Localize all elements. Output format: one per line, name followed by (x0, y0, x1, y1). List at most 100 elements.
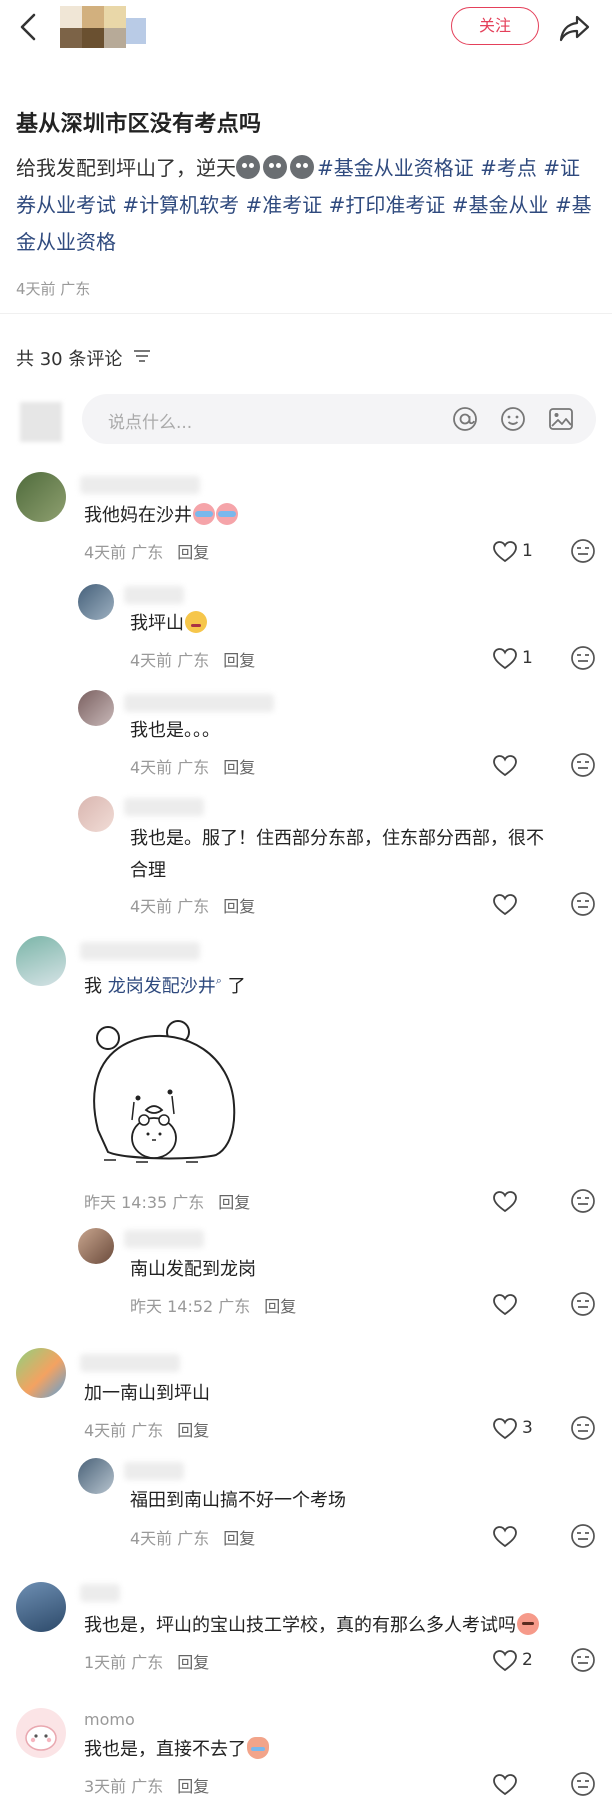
like-button[interactable]: 3 (492, 1415, 552, 1443)
commenter-name[interactable] (80, 942, 200, 960)
sort-icon[interactable] (133, 348, 151, 364)
reply-button[interactable]: 回复 (177, 543, 209, 562)
emoji-reaction-button[interactable] (570, 1523, 596, 1549)
like-button[interactable] (492, 891, 552, 919)
reply-button[interactable]: 回复 (177, 1653, 209, 1672)
share-icon (559, 15, 590, 42)
hashtag[interactable]: #基金从业 (452, 193, 549, 217)
comment-time: 昨天 14:35 广东 (84, 1193, 205, 1212)
bear-sticker-image[interactable] (86, 1010, 246, 1175)
hashtag[interactable]: #打印准考证 (329, 193, 446, 217)
reply-button[interactable]: 回复 (177, 1777, 209, 1796)
comment-meta: 4天前 广东 回复 (84, 539, 209, 563)
like-count: 2 (522, 1650, 533, 1670)
commenter-avatar[interactable] (16, 936, 66, 986)
reaction-icon (571, 1292, 595, 1316)
commenter-avatar[interactable] (16, 1582, 66, 1632)
like-button[interactable]: 1 (492, 538, 552, 566)
reply-avatar[interactable] (78, 796, 114, 832)
emoji-icon[interactable] (500, 406, 526, 432)
commenter-name[interactable] (80, 476, 200, 494)
reaction-icon (571, 1524, 595, 1548)
comment-text-content: 我他妈在沙井 (84, 505, 192, 526)
follow-button[interactable]: 关注 (451, 7, 539, 45)
hashtag[interactable]: #计算机软考 (122, 193, 239, 217)
share-button[interactable] (557, 10, 593, 46)
emoji-reaction-button[interactable] (570, 538, 596, 564)
hashtag[interactable]: #考点 (480, 156, 537, 180)
comment-text: 我也是，直接不去了 (84, 1734, 269, 1766)
commenter-avatar[interactable] (16, 472, 66, 522)
reply-avatar[interactable] (78, 690, 114, 726)
reply-button[interactable]: 回复 (223, 651, 255, 670)
reply-text: 我也是。服了！住西部分东部，住东部分西部，很不 合理 (130, 823, 544, 887)
image-icon[interactable] (548, 406, 574, 432)
emoji-reaction-button[interactable] (570, 752, 596, 778)
reply-meta: 4天前 广东 回复 (130, 1525, 255, 1549)
comment-meta: 3天前 广东 回复 (84, 1773, 209, 1797)
comment-time: 3天前 广东 (84, 1777, 164, 1796)
emoji-reaction-button[interactable] (570, 1771, 596, 1797)
like-button[interactable] (492, 1771, 552, 1799)
commenter-name[interactable]: momo (84, 1710, 135, 1729)
replier-name[interactable] (124, 1462, 184, 1480)
emoji-reaction-button[interactable] (570, 1291, 596, 1317)
replier-name[interactable] (124, 694, 274, 712)
like-count: 1 (522, 648, 533, 668)
heart-icon (493, 894, 517, 916)
emoji-reaction-button[interactable] (570, 645, 596, 671)
heart-icon (493, 1191, 517, 1213)
heart-icon (493, 1418, 517, 1440)
commenter-name[interactable] (80, 1584, 120, 1602)
reply-button[interactable]: 回复 (223, 758, 255, 777)
note-title: 基从深圳市区没有考点吗 (16, 112, 262, 137)
hashtag[interactable]: #基金从业资格证 (317, 156, 474, 180)
reply-button[interactable]: 回复 (264, 1297, 296, 1316)
reaction-icon (571, 892, 595, 916)
comment-text: 我 龙岗发配沙井⌕ 了 (84, 965, 246, 1003)
heart-icon (493, 1294, 517, 1316)
reply-avatar[interactable] (78, 1228, 114, 1264)
reply-avatar[interactable] (78, 584, 114, 620)
like-button[interactable] (492, 752, 552, 780)
reaction-icon (571, 539, 595, 563)
comment-text: 我也是，坪山的宝山技工学校，真的有那么多人考试吗 (84, 1610, 539, 1642)
heart-icon (493, 1526, 517, 1548)
comment-text-content: 了 (221, 976, 246, 997)
smiling-emoji-icon (185, 611, 207, 633)
search-link[interactable]: 龙岗发配沙井 (108, 976, 216, 997)
hashtag[interactable]: #准考证 (245, 193, 322, 217)
emoji-reaction-button[interactable] (570, 1647, 596, 1673)
comment-time: 4天前 广东 (130, 651, 210, 670)
back-button[interactable] (14, 10, 44, 44)
commenter-avatar[interactable] (16, 1708, 66, 1758)
replier-name[interactable] (124, 1230, 204, 1248)
emoji-reaction-button[interactable] (570, 891, 596, 917)
like-count: 1 (522, 541, 533, 561)
heart-icon (493, 1650, 517, 1672)
commenter-avatar[interactable] (16, 1348, 66, 1398)
replier-name[interactable] (124, 798, 204, 816)
reply-avatar[interactable] (78, 1458, 114, 1494)
like-button[interactable]: 2 (492, 1647, 552, 1675)
like-button[interactable]: 1 (492, 645, 552, 673)
emoji-reaction-button[interactable] (570, 1415, 596, 1441)
author-avatar[interactable] (60, 6, 150, 48)
like-button[interactable] (492, 1523, 552, 1551)
comment-input-placeholder: 说点什么... (108, 413, 193, 433)
emoji-reaction-button[interactable] (570, 1188, 596, 1214)
replier-name[interactable] (124, 586, 184, 604)
commenter-name[interactable] (80, 1354, 180, 1372)
reaction-icon (571, 1648, 595, 1672)
at-mention-icon[interactable] (452, 406, 478, 432)
top-bar: 关注 (0, 0, 612, 56)
reply-button[interactable]: 回复 (223, 1529, 255, 1548)
comment-input[interactable]: 说点什么... (82, 394, 596, 444)
like-button[interactable] (492, 1291, 552, 1319)
heart-icon (493, 541, 517, 563)
reply-meta: 4天前 广东 回复 (130, 754, 255, 778)
reply-button[interactable]: 回复 (223, 897, 255, 916)
reply-button[interactable]: 回复 (218, 1193, 250, 1212)
like-button[interactable] (492, 1188, 552, 1216)
reply-button[interactable]: 回复 (177, 1421, 209, 1440)
